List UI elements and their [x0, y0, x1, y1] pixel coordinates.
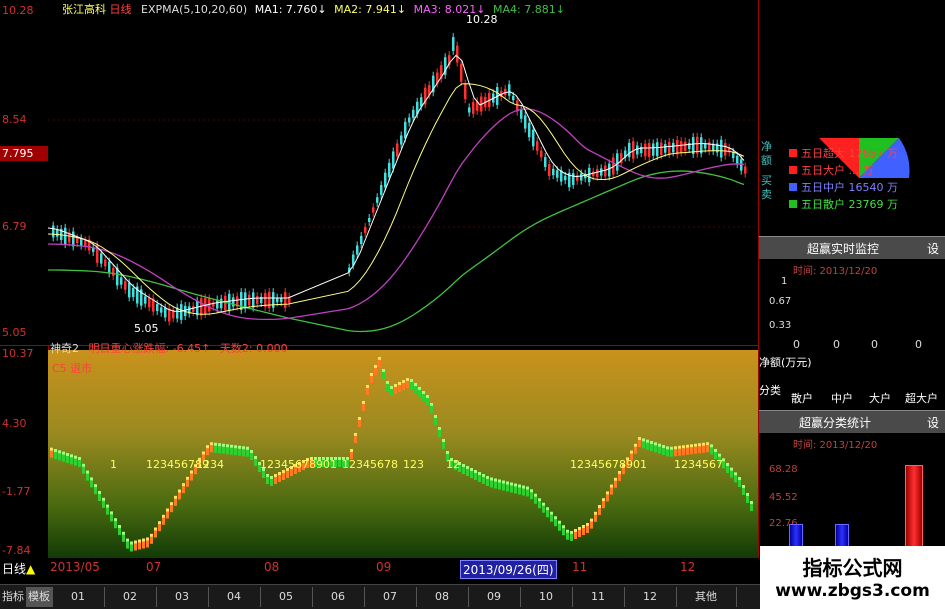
month-label: 12 — [680, 560, 696, 574]
tab-12[interactable]: 12 — [624, 587, 677, 607]
seq-label: 12345678901 — [570, 458, 647, 471]
monitor-zero: 0 — [833, 338, 840, 351]
monitor-tick: 0.67 — [769, 296, 792, 307]
monitor-title: 超赢实时监控 — [807, 242, 880, 256]
indicator-line1: 明日重心涨跌幅: -6.45↑ — [88, 342, 211, 355]
tab-05[interactable]: 05 — [260, 587, 313, 607]
stats-header: 超赢分类统计 设 — [759, 410, 945, 433]
monitor-zero: 0 — [915, 338, 922, 351]
side-label: 卖 — [761, 188, 772, 201]
month-label: 2013/05 — [50, 560, 100, 574]
monitor-zero: 0 — [871, 338, 878, 351]
stats-settings-button[interactable]: 设 — [927, 414, 939, 431]
seq-label: 12345678 — [342, 458, 398, 471]
monitor-settings-button[interactable]: 设 — [927, 240, 939, 257]
month-label: 08 — [264, 560, 280, 574]
tab-06[interactable]: 06 — [312, 587, 365, 607]
pie-legend-item: 五日大户 ... 万 — [789, 163, 874, 179]
category-item: 散户 — [791, 392, 813, 405]
net-label: 净额(万元) — [759, 356, 812, 369]
seq-label: 1234 — [196, 458, 224, 471]
price-tick: 6.79 — [2, 220, 27, 233]
monitor-tick: 1 — [781, 276, 788, 287]
tab-03[interactable]: 03 — [156, 587, 209, 607]
seq-label: 12 — [446, 458, 460, 471]
indicator-name: 神奇2 — [50, 342, 79, 355]
indicator-plot — [50, 357, 753, 552]
indicator-tick: -7.84 — [2, 544, 31, 557]
pie-legend-item: 五日散户 23769 万 — [789, 197, 898, 213]
month-label: 11 — [572, 560, 588, 574]
category-item: 大户 — [869, 392, 891, 405]
watermark: 指标公式网 www.zbgs3.com — [760, 546, 945, 609]
side-labels: 净 额 买 卖 — [761, 140, 775, 202]
tab-04[interactable]: 04 — [208, 587, 261, 607]
tab-template[interactable]: 模板 — [26, 587, 53, 607]
indicator-axis: 10.37 4.30 -1.77 -7.84 — [0, 345, 49, 558]
watermark-title: 指标公式网 — [802, 556, 903, 580]
category-item: 超大户 — [905, 392, 938, 405]
tab-09[interactable]: 09 — [468, 587, 521, 607]
category-item: 中户 — [831, 392, 853, 405]
watermark-url: www.zbgs3.com — [775, 581, 930, 601]
tab-02[interactable]: 02 — [104, 587, 157, 607]
indicator-tick: 4.30 — [2, 417, 27, 430]
indicator-tick: -1.77 — [2, 485, 31, 498]
stats-title: 超赢分类统计 — [799, 416, 872, 430]
high-price-label: 10.28 — [466, 13, 498, 26]
indicator-title-bar: 神奇2 明日重心涨跌幅: -6.45↑ 天数2: 0.000 — [50, 340, 288, 356]
monitor-header: 超赢实时监控 设 — [759, 236, 945, 259]
price-tick: 5.05 — [2, 326, 27, 339]
period-selector[interactable]: 日线▲ — [2, 560, 35, 577]
low-price-label: 5.05 — [134, 322, 159, 335]
right-panel: 净 额 买 卖 五日超大 17657 万 五日大户 ... 万 五日中户 165… — [758, 0, 945, 560]
indicator-line2: 天数2: 0.000 — [219, 342, 288, 355]
tab-08[interactable]: 08 — [416, 587, 469, 607]
current-price-badge: 7.795 — [0, 146, 48, 161]
category-label: 分类 — [759, 384, 781, 397]
tab-strip: 指标 模板 01 02 03 04 05 06 07 08 09 10 11 1… — [0, 584, 760, 609]
side-label: 额 — [761, 154, 772, 167]
seq-label: 1234567 — [674, 458, 723, 471]
tab-other[interactable]: 其他 — [676, 587, 737, 607]
indicator-tick: 10.37 — [2, 347, 34, 360]
monitor-tick: 0.33 — [769, 320, 792, 331]
month-label: 07 — [146, 560, 162, 574]
selected-date: 2013/09/26(四) — [460, 560, 557, 579]
tab-indicator[interactable]: 指标 — [0, 587, 27, 607]
seq-label: 12345678901 — [260, 458, 337, 471]
month-label: 09 — [376, 560, 392, 574]
monitor-time: 时间: 2013/12/20 — [793, 266, 878, 277]
stats-bar-chart — [759, 460, 945, 560]
seq-label: 1 — [110, 458, 117, 471]
triangle-icon: ▲ — [26, 562, 36, 576]
tab-10[interactable]: 10 — [520, 587, 573, 607]
pie-legend-item: 五日中户 16540 万 — [789, 180, 898, 196]
tab-07[interactable]: 07 — [364, 587, 417, 607]
tab-01[interactable]: 01 — [52, 587, 105, 607]
side-label: 净 — [761, 140, 772, 153]
price-plot — [48, 33, 758, 333]
monitor-zero: 0 — [793, 338, 800, 351]
tab-11[interactable]: 11 — [572, 587, 625, 607]
stats-bar — [905, 465, 923, 555]
price-chart[interactable]: 张江高科 日线 EXPMA(5,10,20,60) MA1: 7.760↓ MA… — [48, 0, 758, 345]
period-label: 日线 — [2, 562, 27, 576]
seq-label: 123 — [403, 458, 424, 471]
indicator-chart[interactable]: C5 退市 1 123456789 1234 12345678901 12345… — [48, 350, 758, 558]
side-label: 买 — [761, 174, 772, 187]
price-axis: 10.28 8.54 6.79 5.05 7.795 — [0, 0, 49, 345]
pie-legend-item: 五日超大 17657 万 — [789, 146, 898, 162]
price-tick: 8.54 — [2, 113, 27, 126]
price-tick: 10.28 — [2, 4, 34, 17]
stats-time: 时间: 2013/12/20 — [793, 440, 878, 451]
